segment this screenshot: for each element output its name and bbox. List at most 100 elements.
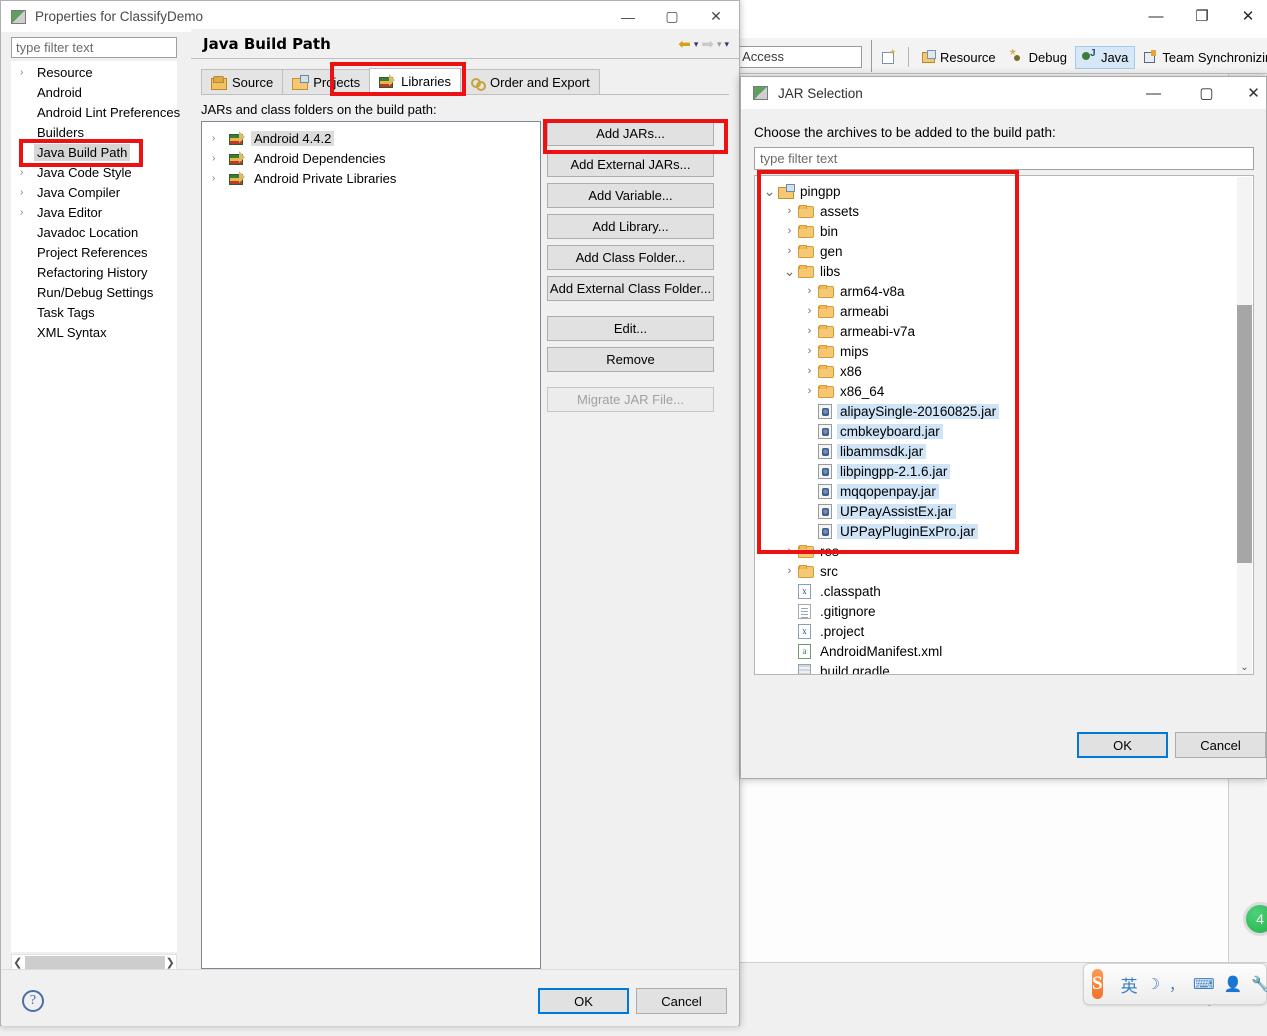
properties-tree-item[interactable]: Builders <box>12 122 176 142</box>
jar-tree-row[interactable]: › src <box>755 561 1253 581</box>
button-add-external-class-folder[interactable]: Add External Class Folder... <box>547 276 714 301</box>
properties-tree-item[interactable]: Refactoring History <box>12 262 176 282</box>
properties-maximize-button[interactable]: ▢ <box>650 1 694 32</box>
ime-moon-icon[interactable]: ☽ <box>1147 975 1160 993</box>
jar-tree-row[interactable]: alipaySingle-20160825.jar <box>755 401 1253 421</box>
eclipse-close-button[interactable]: ✕ <box>1225 0 1267 32</box>
chevron-right-icon[interactable]: › <box>20 207 34 218</box>
properties-tree-item[interactable]: › Java Compiler <box>12 182 176 202</box>
button-add-library[interactable]: Add Library... <box>547 214 714 239</box>
hscroll-right-arrow[interactable]: ❯ <box>165 956 177 969</box>
jar-dialog-cancel-button[interactable]: Cancel <box>1175 732 1266 758</box>
build-path-entry-row[interactable]: › Android Private Libraries <box>202 168 540 188</box>
eclipse-minimize-button[interactable]: — <box>1133 0 1179 32</box>
ime-punctuation-icon[interactable]: ， <box>1169 974 1184 995</box>
chevron-right-icon[interactable]: › <box>801 385 818 397</box>
chevron-right-icon[interactable]: › <box>801 305 818 317</box>
button-edit[interactable]: Edit... <box>547 316 714 341</box>
jar-tree-row[interactable]: ⌄ pingpp <box>755 181 1253 201</box>
button-add-external-jars[interactable]: Add External JARs... <box>547 152 714 177</box>
ime-keyboard-icon[interactable]: ⌨ <box>1193 975 1215 993</box>
properties-tree-item[interactable]: Java Build Path <box>12 142 176 162</box>
jar-tree-row[interactable]: x .classpath <box>755 581 1253 601</box>
nav-forward-caret-icon[interactable]: ▾ <box>717 39 722 50</box>
build-path-entry-row[interactable]: › Android Dependencies <box>202 148 540 168</box>
properties-ok-button[interactable]: OK <box>538 988 629 1014</box>
perspective-debug[interactable]: Debug <box>1004 47 1073 68</box>
properties-tree-item[interactable]: Project References <box>12 242 176 262</box>
hscroll-left-arrow[interactable]: ❮ <box>12 956 24 969</box>
nav-forward-icon[interactable]: ➡ <box>701 35 714 53</box>
perspective-resource[interactable]: Resource <box>915 47 1002 68</box>
nav-back-caret-icon[interactable]: ▾ <box>694 39 699 50</box>
properties-tree-item[interactable]: Android <box>12 82 176 102</box>
properties-cancel-button[interactable]: Cancel <box>636 988 727 1014</box>
jar-tree-row[interactable]: mqqopenpay.jar <box>755 481 1253 501</box>
button-add-variable[interactable]: Add Variable... <box>547 183 714 208</box>
ime-lang-toggle[interactable]: 英 <box>1121 972 1138 997</box>
jar-tree-row[interactable]: ⌄ libs <box>755 261 1253 281</box>
chevron-right-icon[interactable]: › <box>801 285 818 297</box>
jar-tree-row[interactable]: libpingpp-2.1.6.jar <box>755 461 1253 481</box>
jar-tree-row[interactable]: › bin <box>755 221 1253 241</box>
chevron-right-icon[interactable]: › <box>20 67 34 78</box>
jar-tree-row[interactable]: x .project <box>755 621 1253 641</box>
properties-tree-item[interactable]: Android Lint Preferences <box>12 102 180 122</box>
properties-minimize-button[interactable]: — <box>606 1 650 32</box>
chevron-right-icon[interactable]: › <box>781 545 798 557</box>
chevron-right-icon[interactable]: › <box>212 133 224 144</box>
chevron-right-icon[interactable]: › <box>781 225 798 237</box>
nav-back-icon[interactable]: ⬅ <box>678 35 691 53</box>
tab-order-and-export[interactable]: Order and Export <box>460 69 600 94</box>
properties-tree-item[interactable]: Task Tags <box>12 302 176 322</box>
chevron-right-icon[interactable]: › <box>781 205 798 217</box>
chevron-right-icon[interactable]: › <box>801 345 818 357</box>
properties-tree-item[interactable]: XML Syntax <box>12 322 176 342</box>
jar-tree-row[interactable]: › armeabi <box>755 301 1253 321</box>
chevron-down-icon[interactable]: ⌄ <box>781 264 798 278</box>
jar-tree-row[interactable]: .gitignore <box>755 601 1253 621</box>
jar-dialog-maximize-button[interactable]: ▢ <box>1184 77 1229 109</box>
button-add-class-folder[interactable]: Add Class Folder... <box>547 245 714 270</box>
properties-tree-item[interactable]: › Resource <box>12 62 176 82</box>
tab-projects[interactable]: Projects <box>282 69 371 94</box>
jar-tree-row[interactable]: › assets <box>755 201 1253 221</box>
chevron-right-icon[interactable]: › <box>20 167 34 178</box>
chevron-down-icon[interactable]: ⌄ <box>761 184 778 198</box>
jar-tree-row[interactable]: UPPayAssistEx.jar <box>755 501 1253 521</box>
button-add-jars[interactable]: Add JARs... <box>547 121 714 146</box>
properties-tree-item[interactable]: Javadoc Location <box>12 222 176 242</box>
jar-tree-row[interactable]: cmbkeyboard.jar <box>755 421 1253 441</box>
perspective-team-synchronizing[interactable]: Team Synchronizing <box>1137 47 1267 68</box>
ime-user-icon[interactable]: 👤 <box>1224 975 1243 993</box>
chevron-right-icon[interactable]: › <box>801 365 818 377</box>
ime-toolbar[interactable]: S 英 ☽ ， ⌨ 👤 🔧 <box>1083 963 1267 1005</box>
build-path-entry-row[interactable]: › Android 4.4.2 <box>202 128 540 148</box>
jar-tree-row[interactable]: › x86_64 <box>755 381 1253 401</box>
jar-tree-vscrollbar[interactable]: ⌄ <box>1237 177 1252 674</box>
properties-close-button[interactable]: ✕ <box>694 1 738 32</box>
jar-filter-input[interactable]: type filter text <box>754 147 1254 170</box>
jar-tree-scroll-down-arrow[interactable]: ⌄ <box>1237 659 1252 674</box>
jar-dialog-minimize-button[interactable]: — <box>1131 77 1176 109</box>
eclipse-maximize-button[interactable]: ❐ <box>1179 0 1225 32</box>
jar-tree-row[interactable]: UPPayPluginExPro.jar <box>755 521 1253 541</box>
nav-menu-caret-icon[interactable]: ▾ <box>724 39 729 50</box>
jar-file-tree[interactable]: ⌄ pingpp › assets › bin › gen ⌄ libs › arm64-v8a › ar… <box>754 175 1254 675</box>
properties-tree-item[interactable]: › Java Editor <box>12 202 176 222</box>
perspective-java[interactable]: Java <box>1074 45 1136 69</box>
chevron-right-icon[interactable]: › <box>212 173 224 184</box>
jar-tree-row[interactable]: › res <box>755 541 1253 561</box>
jar-tree-row[interactable]: libammsdk.jar <box>755 441 1253 461</box>
jar-tree-row[interactable]: › armeabi-v7a <box>755 321 1253 341</box>
jar-tree-row[interactable]: › mips <box>755 341 1253 361</box>
sogou-logo-icon[interactable]: S <box>1092 969 1103 999</box>
hscroll-thumb[interactable] <box>24 956 165 969</box>
chevron-right-icon[interactable]: › <box>781 565 798 577</box>
tab-source[interactable]: Source <box>201 69 284 94</box>
jar-dialog-ok-button[interactable]: OK <box>1077 732 1168 758</box>
chevron-right-icon[interactable]: › <box>212 153 224 164</box>
chevron-right-icon[interactable]: › <box>781 245 798 257</box>
jar-tree-row[interactable]: build.gradle <box>755 661 1253 674</box>
jar-tree-row[interactable]: a AndroidManifest.xml <box>755 641 1253 661</box>
